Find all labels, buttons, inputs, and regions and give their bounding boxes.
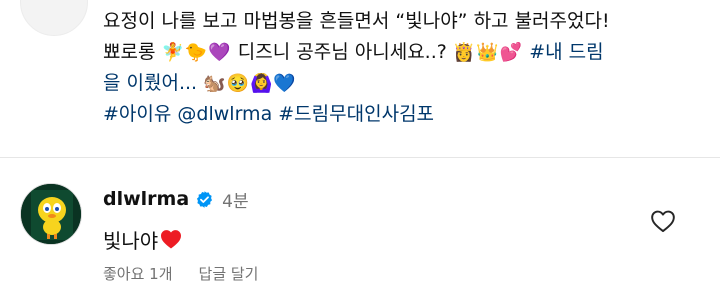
post-caption: 요정이 나를 보고 마법봉을 흔들면서 “빛나야” 하고 불러주었다! 뾰로롱 … xyxy=(103,6,703,130)
commenter-avatar[interactable] xyxy=(20,183,82,245)
red-heart-icon xyxy=(161,230,182,249)
princess-crown-hearts-emoji: 👸👑💕 xyxy=(452,42,524,63)
comment-username[interactable]: dlwlrma xyxy=(103,188,189,210)
caption-text: 디즈니 공주님 아니세요..? xyxy=(237,41,447,63)
heart-outline-icon[interactable] xyxy=(650,209,676,233)
post-author-avatar[interactable] xyxy=(20,0,88,36)
comment-timestamp: 4분 xyxy=(222,191,249,212)
reply-button[interactable]: 답글 달기 xyxy=(199,263,259,284)
comment-actions: 좋아요 1개 답글 달기 xyxy=(103,263,258,284)
tweety-avatar-icon xyxy=(21,184,81,244)
hashtag-link[interactable]: 드림 xyxy=(569,41,604,63)
likes-count-button[interactable]: 좋아요 1개 xyxy=(103,263,173,284)
comment-header: dlwlrma 4분 xyxy=(103,186,663,212)
hashtag-link[interactable]: 을 이뤘어... xyxy=(103,72,197,94)
caption-hashtags: #아이유 @dlwlrma #드림무대인사김포 xyxy=(103,99,703,130)
hashtag-dream-stage[interactable]: #드림무대인사김포 xyxy=(278,103,434,125)
caption-line-1: 요정이 나를 보고 마법봉을 흔들면서 “빛나야” 하고 불러주었다! xyxy=(103,10,610,32)
caption-line-3: 을 이뤘어... 🐿️🥹🙆‍♀️💙 xyxy=(103,68,703,99)
hashtag-iu[interactable]: #아이유 xyxy=(103,103,171,125)
divider xyxy=(0,157,720,158)
hashtag-link[interactable]: #내 xyxy=(529,41,562,63)
caption-line-2: 뾰로롱 🧚🐤💜 디즈니 공주님 아니세요..? 👸👑💕 #내 드림 xyxy=(103,37,703,68)
fairy-chick-heart-emoji: 🧚🐤💜 xyxy=(161,42,232,63)
comment-body: 빛나야 xyxy=(103,224,663,254)
comment: dlwlrma 4분 빛나야 xyxy=(103,186,663,254)
verified-badge-icon xyxy=(197,190,213,208)
caption-text: 뾰로롱 xyxy=(103,41,156,63)
comment-text: 빛나야 xyxy=(103,228,159,253)
post-comments-view: 요정이 나를 보고 마법봉을 흔들면서 “빛나야” 하고 불러주었다! 뾰로롱 … xyxy=(0,0,720,307)
mention-dlwlrma[interactable]: @dlwlrma xyxy=(177,103,272,125)
squirrel-face-gesture-heart-emoji: 🐿️🥹🙆‍♀️💙 xyxy=(203,73,297,94)
